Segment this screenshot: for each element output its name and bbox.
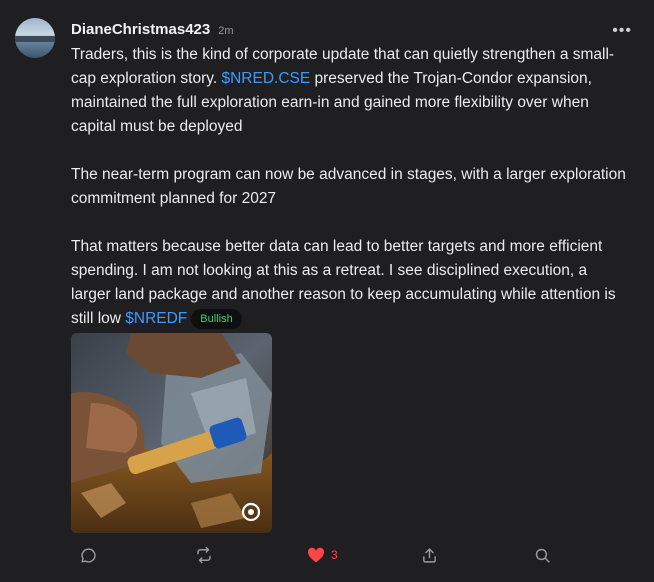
post-header: DianeChristmas423 2m [71,21,234,38]
like-count: 3 [331,548,338,562]
media-thumbnail[interactable] [71,333,272,533]
ticker-link-nred-cse[interactable]: $NRED.CSE [221,70,310,87]
paragraph-1: Traders, this is the kind of corporate u… [71,43,627,139]
timestamp: 2m [218,25,234,37]
avatar-mountain-shape [15,36,55,42]
sentiment-badge: Bullish [191,309,242,329]
comment-icon [81,547,96,563]
share-button[interactable] [421,543,438,567]
media-image [71,333,272,533]
paragraph-2: The near-term program can now be advance… [71,166,626,207]
search-icon [535,548,550,563]
action-bar: 3 [0,543,654,567]
paragraph-3: That matters because better data can lea… [71,235,627,331]
ticker-link-nredf[interactable]: $NREDF [125,310,187,327]
repost-button[interactable] [195,543,213,567]
heart-icon [307,547,325,563]
avatar[interactable] [15,18,55,58]
repost-icon [197,546,211,564]
post-card: DianeChristmas423 2m ••• Traders, this i… [0,0,654,582]
username[interactable]: DianeChristmas423 [71,21,210,38]
post-body: Traders, this is the kind of corporate u… [71,43,627,331]
like-button[interactable]: 3 [307,543,338,567]
share-icon [423,547,436,563]
more-options-icon[interactable]: ••• [612,22,632,40]
comment-button[interactable] [80,543,97,567]
search-button[interactable] [534,543,551,567]
